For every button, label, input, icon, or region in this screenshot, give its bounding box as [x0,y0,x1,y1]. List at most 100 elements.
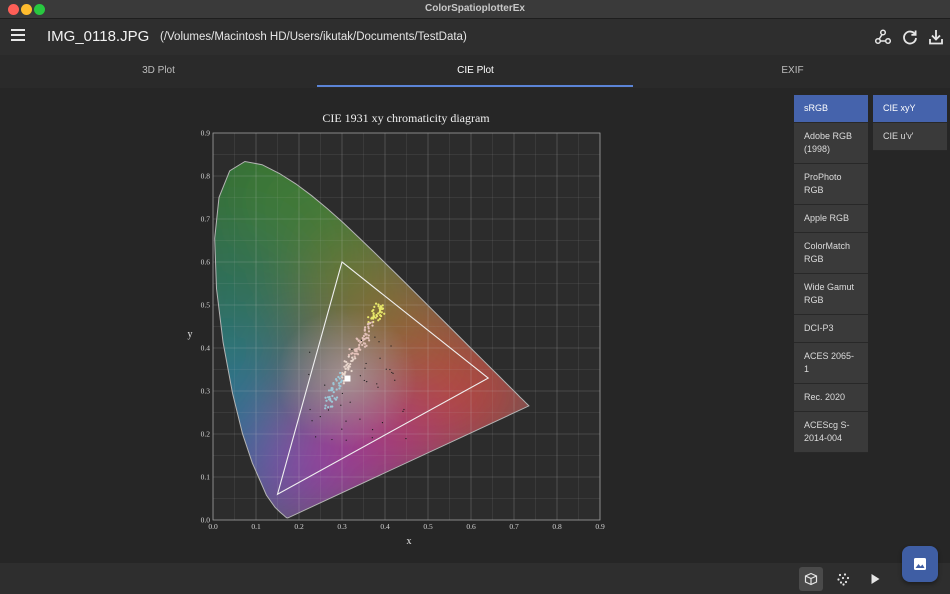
scatter-point [345,364,348,367]
scatter-point [394,379,396,381]
scatter-point [379,315,383,318]
scatter-point [362,334,366,338]
scatter-point [354,348,357,352]
white-point-marker [344,375,351,382]
x-tick-label: 0.9 [595,522,605,531]
gamut-item-colormatch-rgb[interactable]: ColorMatch RGB [794,233,868,274]
y-tick-label: 0.7 [201,215,211,224]
color-space-item-cie-xyy[interactable]: CIE xyY [873,95,947,123]
scatter-point [335,388,338,391]
tab-3d-plot[interactable]: 3D Plot [0,55,317,88]
scatter-point [341,428,343,430]
tab-exif[interactable]: EXIF [634,55,950,88]
scatter-point [363,342,367,345]
scatter-point [332,382,335,385]
gamut-item-rec-2020[interactable]: Rec. 2020 [794,384,868,412]
scatter-point [367,330,371,333]
x-tick-label: 0.2 [294,522,304,531]
scatter-point [372,312,375,315]
scatter-point [309,351,311,353]
scatter-point [358,343,361,347]
gamut-item-aces-2065-1[interactable]: ACES 2065-1 [794,343,868,384]
scatter-point [364,367,366,369]
play-icon[interactable] [863,567,887,591]
scatter-point [366,380,368,383]
gamut-item-srgb[interactable]: sRGB [794,95,868,123]
scatter-point [390,345,392,347]
scatter-point [350,352,353,355]
scatter-point [385,368,387,370]
scatter-point [339,371,342,375]
scatter-point [371,324,374,327]
scatter-point [356,352,359,355]
scatter-point [328,395,331,399]
scatter-point [379,305,382,308]
scatter-point [377,386,379,388]
scatter-point [358,348,361,351]
chart-title: CIE 1931 xy chromaticity diagram [322,111,490,125]
tab-cie-plot[interactable]: CIE Plot [317,55,634,88]
scatter-point [359,418,361,420]
scatter-point [391,371,393,374]
scatter-point [308,373,310,376]
gamut-item-acescg-s-2014-004[interactable]: ACEScg S-2014-004 [794,412,868,453]
scatter-point [350,359,353,363]
gamut-item-apple-rgb[interactable]: Apple RGB [794,205,868,233]
cube-icon[interactable] [799,567,823,591]
scatter-point [331,405,334,408]
scatter-point [363,379,365,382]
scatter-point [363,345,367,348]
scatter-point [337,382,341,385]
scatter-point [373,305,376,309]
y-tick-label: 0.1 [201,473,211,482]
scatter-point [364,332,367,335]
scatter-point [319,415,321,418]
scatter-point [338,384,341,387]
scatter-point [331,387,334,390]
active-tab-indicator [317,85,633,87]
scatter-point [324,396,327,399]
scatter-point [347,355,350,358]
scatter-icon[interactable] [831,567,855,591]
scatter-point [374,316,377,319]
scatter-point [344,367,347,370]
scatter-point [376,383,378,385]
scatter-point [392,372,394,374]
scatter-point [309,408,311,411]
scatter-point [361,343,364,347]
y-tick-label: 0.8 [201,172,211,181]
image-icon[interactable] [902,546,938,582]
scatter-point [364,337,367,340]
share-icon[interactable] [874,28,892,46]
menu-icon[interactable] [11,29,25,45]
scatter-point [353,355,356,358]
y-tick-label: 0.6 [201,258,211,267]
scatter-point [343,360,346,363]
scatter-point [352,358,355,361]
refresh-icon[interactable] [901,28,919,46]
color-space-list: CIE xyY CIE u'v' [873,95,947,151]
scatter-point [363,326,367,329]
color-space-item-cie-u-v[interactable]: CIE u'v' [873,123,947,151]
gamut-list: sRGB Adobe RGB (1998) ProPhoto RGB Apple RG… [794,95,868,453]
scatter-point [330,389,334,392]
gamut-item-wide-gamut-rgb[interactable]: Wide Gamut RGB [794,274,868,315]
scatter-point [354,357,357,360]
scatter-point [368,339,371,342]
scatter-point [325,399,328,402]
scatter-point [347,367,350,370]
y-tick-label: 0.9 [201,129,211,138]
gamut-item-prophoto-rgb[interactable]: ProPhoto RGB [794,164,868,205]
scatter-point [383,312,386,315]
scatter-point [335,396,339,399]
scatter-point [389,368,391,371]
gamut-item-dci-p3[interactable]: DCI-P3 [794,315,868,343]
download-icon[interactable] [927,28,945,46]
scatter-point [349,401,351,403]
scatter-point [345,420,347,422]
scatter-point [345,439,347,441]
scatter-point [377,312,380,315]
scatter-point [379,357,381,359]
window-title: ColorSpatioplotterEx [424,3,525,14]
gamut-item-adobe-rgb-1998[interactable]: Adobe RGB (1998) [794,123,868,164]
